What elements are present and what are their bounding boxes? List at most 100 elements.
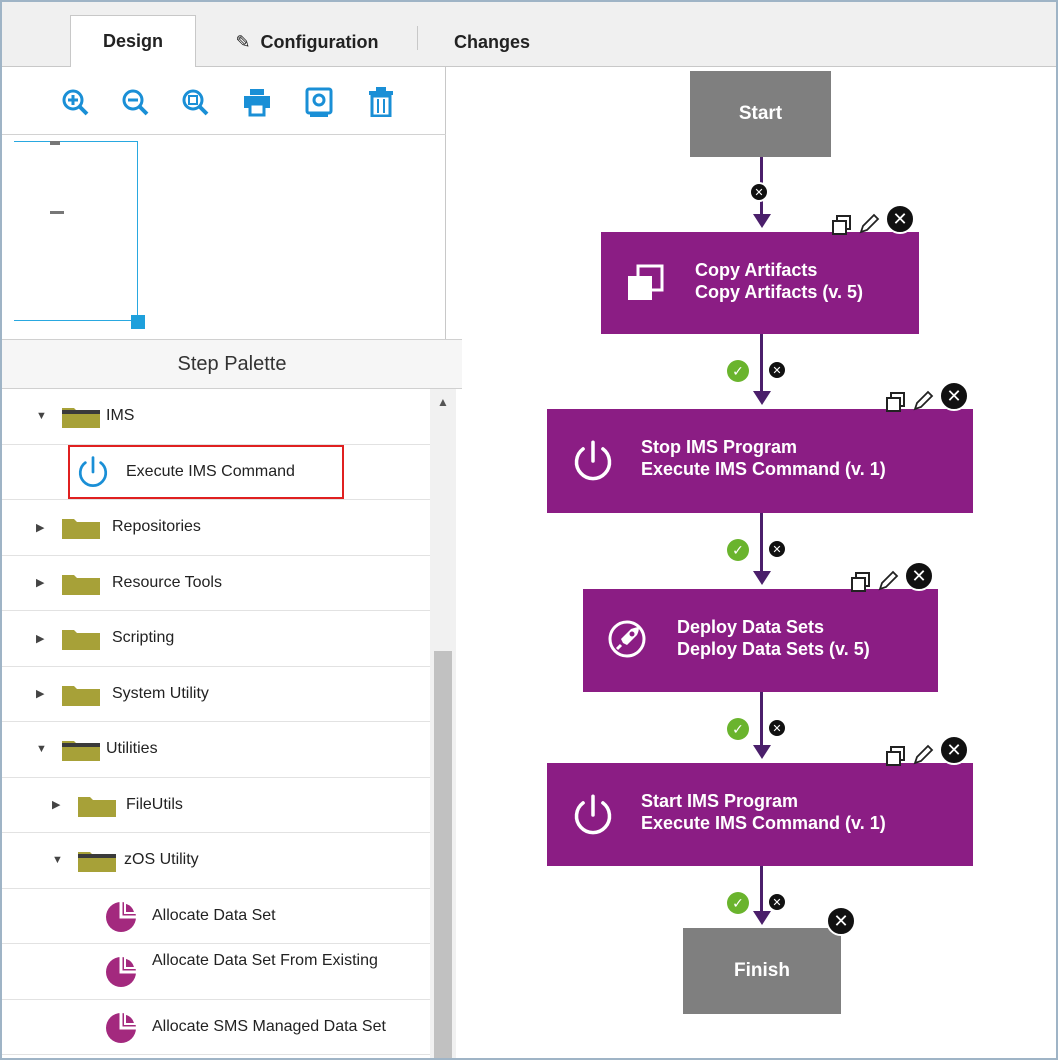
zoom-in-icon[interactable]	[60, 87, 90, 117]
design-canvas[interactable]: Start ✕ Copy Artifacts Copy Artifacts (v. 5…	[447, 67, 1056, 1058]
palette-folder[interactable]: ▶ FileUtils	[2, 778, 430, 833]
folder-icon-wrap	[78, 795, 116, 817]
connector-line	[760, 866, 763, 913]
remove-connection-icon[interactable]: ✕	[749, 182, 769, 202]
edit-pencil-icon[interactable]	[911, 743, 935, 767]
duplicate-icon[interactable]	[885, 391, 907, 413]
caret-right-icon[interactable]: ▶	[36, 521, 44, 534]
folder-icon-wrap	[62, 628, 100, 650]
palette-folder[interactable]: ▼ zOS Utility	[2, 833, 430, 889]
step-icon-wrap	[104, 1010, 138, 1049]
remove-connection-icon[interactable]: ✕	[767, 539, 787, 559]
zoom-fit-icon[interactable]	[180, 87, 210, 117]
palette-folder[interactable]: ▼ IMS	[2, 389, 430, 445]
step-icon-wrap	[104, 899, 138, 938]
folder-icon-wrap	[62, 684, 100, 706]
connector-arrow	[752, 571, 771, 585]
edit-pencil-icon[interactable]	[857, 212, 881, 236]
tab-configuration[interactable]: ✎ Configuration	[207, 16, 407, 68]
success-check-icon: ✓	[727, 892, 749, 914]
start-node[interactable]: Start	[690, 71, 831, 157]
step-node-icon	[625, 263, 665, 308]
folder-open-icon	[62, 741, 100, 761]
delete-icon[interactable]	[366, 87, 396, 117]
palette-item-label: Allocate Data Set	[152, 906, 276, 924]
caret-right-icon[interactable]: ▶	[36, 576, 44, 589]
step-palette-header: Step Palette	[2, 339, 462, 389]
folder-icon-wrap	[78, 850, 116, 872]
toolbar	[2, 67, 446, 135]
copy-icon	[628, 264, 664, 300]
delete-step-icon[interactable]: ✕	[904, 561, 934, 591]
selection-highlight	[68, 445, 344, 499]
caret-down-icon[interactable]: ▼	[52, 854, 63, 866]
caret-down-icon[interactable]: ▼	[36, 410, 47, 422]
step-detail: Execute IMS Command (v. 1)	[641, 459, 886, 479]
palette-item-label: Allocate Data Set From Existing	[152, 952, 378, 969]
step-detail: Copy Artifacts (v. 5)	[695, 282, 864, 302]
delete-step-icon[interactable]: ✕	[939, 381, 969, 411]
start-node-label: Start	[738, 103, 783, 124]
palette-step[interactable]: Allocate Data Set	[2, 889, 430, 944]
tab-changes[interactable]: Changes	[432, 16, 552, 68]
connector-arrow	[752, 745, 771, 759]
delete-finish-icon[interactable]: ✕	[826, 906, 856, 936]
palette-folder[interactable]: ▶ Repositories	[2, 500, 430, 556]
caret-right-icon[interactable]: ▶	[36, 632, 44, 645]
print-icon[interactable]	[242, 87, 272, 117]
palette-folder[interactable]: ▶ Scripting	[2, 611, 430, 667]
power-icon	[574, 794, 612, 835]
connector-line	[760, 334, 763, 393]
tab-divider	[417, 26, 418, 50]
delete-step-icon[interactable]: ✕	[939, 735, 969, 765]
duplicate-icon[interactable]	[885, 745, 907, 767]
palette-step[interactable]: Allocate Data Set From Existing	[2, 944, 430, 1000]
folder-icon	[62, 519, 100, 539]
tab-design[interactable]: Design	[70, 15, 196, 67]
export-icon[interactable]	[304, 87, 334, 117]
tab-configuration-label: Configuration	[260, 31, 379, 52]
pie-icon	[106, 900, 137, 932]
palette-item-label: System Utility	[112, 684, 209, 702]
minimap-resize-handle[interactable]	[131, 315, 145, 329]
duplicate-icon[interactable]	[831, 214, 853, 236]
palette-item-label: Utilities	[106, 740, 158, 758]
connector-arrow	[752, 911, 771, 925]
minimap-viewport[interactable]	[14, 141, 138, 321]
palette-item-label: FileUtils	[126, 795, 183, 813]
connector-arrow	[752, 214, 771, 228]
success-check-icon: ✓	[727, 360, 749, 382]
caret-right-icon[interactable]: ▶	[52, 798, 60, 811]
remove-connection-icon[interactable]: ✕	[767, 718, 787, 738]
duplicate-icon[interactable]	[850, 571, 872, 593]
palette-step[interactable]: Allocate SMS Managed Data Set	[2, 1000, 430, 1055]
folder-icon-wrap	[62, 517, 100, 539]
success-check-icon: ✓	[727, 539, 749, 561]
edit-pencil-icon[interactable]	[911, 389, 935, 413]
remove-connection-icon[interactable]: ✕	[767, 360, 787, 380]
finish-node-label: Finish	[734, 960, 790, 981]
step-name: Stop IMS Program	[641, 437, 798, 457]
step-name: Start IMS Program	[641, 791, 799, 811]
palette-item-label: Allocate SMS Managed Data Set	[152, 1017, 386, 1035]
palette-folder[interactable]: ▶ System Utility	[2, 667, 430, 722]
success-check-icon: ✓	[727, 718, 749, 740]
connector-line	[760, 513, 763, 573]
caret-right-icon[interactable]: ▶	[36, 687, 44, 700]
folder-icon	[62, 685, 100, 706]
folder-icon-wrap	[62, 406, 100, 428]
zoom-out-icon[interactable]	[120, 87, 150, 117]
remove-connection-icon[interactable]: ✕	[767, 892, 787, 912]
caret-down-icon[interactable]: ▼	[36, 743, 47, 755]
step-detail: Execute IMS Command (v. 1)	[641, 813, 886, 833]
palette-folder[interactable]: ▼ Utilities	[2, 722, 430, 778]
finish-node[interactable]: Finish	[683, 928, 841, 1014]
palette-folder[interactable]: ▶ Resource Tools	[2, 556, 430, 611]
delete-step-icon[interactable]: ✕	[885, 204, 915, 234]
step-node-icon	[571, 793, 615, 842]
folder-open-icon	[78, 852, 116, 872]
step-icon-wrap	[104, 954, 138, 993]
edit-pencil-icon[interactable]	[876, 569, 900, 593]
process-designer: Design ✎ Configuration Changes Step Pale…	[0, 0, 1058, 1060]
pie-icon	[106, 1011, 137, 1043]
